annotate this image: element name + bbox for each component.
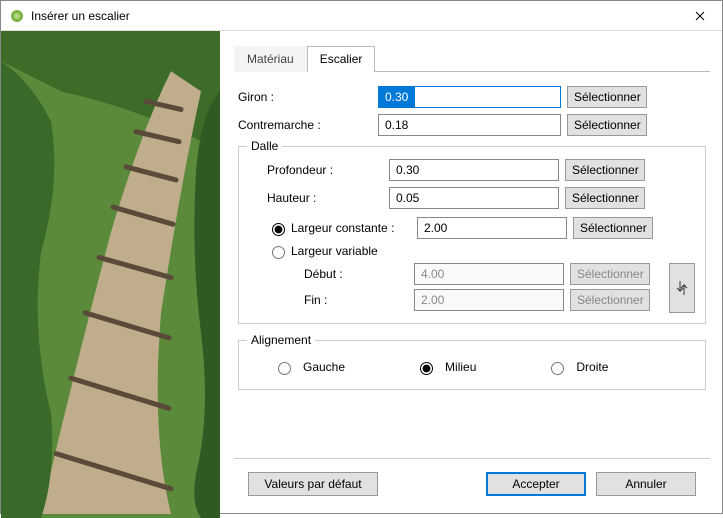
debut-select-button: Sélectionner [570, 263, 650, 285]
align-droite-label: Droite [576, 360, 608, 374]
alignement-fieldset: Alignement Gauche Milieu Droite [238, 340, 706, 390]
giron-select-button[interactable]: Sélectionner [567, 86, 647, 108]
fin-select-button: Sélectionner [570, 289, 650, 311]
dalle-legend: Dalle [247, 139, 282, 153]
dialog-footer: Valeurs par défaut Accepter Annuler [234, 458, 710, 508]
defaults-button[interactable]: Valeurs par défaut [248, 472, 378, 496]
swap-icon [676, 278, 688, 298]
giron-input[interactable] [378, 86, 561, 108]
contremarche-select-button[interactable]: Sélectionner [567, 114, 647, 136]
fin-label: Fin : [249, 293, 414, 307]
width-constant-select-button[interactable]: Sélectionner [573, 217, 653, 239]
width-constant-label: Largeur constante : [291, 221, 417, 235]
giron-label: Giron : [238, 90, 378, 104]
width-constant-radio[interactable] [272, 223, 285, 236]
dalle-fieldset: Dalle Profondeur : Sélectionner Hauteur … [238, 146, 706, 324]
debut-label: Début : [249, 267, 414, 281]
width-variable-radio[interactable] [272, 246, 285, 259]
dialog-window: Insérer un escalier [0, 0, 723, 514]
align-milieu-radio[interactable] [420, 362, 433, 375]
contremarche-input[interactable] [378, 114, 561, 136]
form-panel: Matériau Escalier Giron : Sélectionner C… [220, 31, 722, 518]
align-gauche-radio[interactable] [278, 362, 291, 375]
close-icon [695, 11, 705, 21]
align-gauche-label: Gauche [303, 360, 345, 374]
fin-input [414, 289, 564, 311]
width-constant-input[interactable] [417, 217, 567, 239]
hauteur-select-button[interactable]: Sélectionner [565, 187, 645, 209]
debut-input [414, 263, 564, 285]
hauteur-input[interactable] [389, 187, 559, 209]
close-button[interactable] [677, 1, 722, 31]
dialog-body: Matériau Escalier Giron : Sélectionner C… [1, 31, 722, 518]
hauteur-label: Hauteur : [249, 191, 389, 205]
swap-button[interactable] [669, 263, 695, 313]
profondeur-label: Profondeur : [249, 163, 389, 177]
profondeur-select-button[interactable]: Sélectionner [565, 159, 645, 181]
width-variable-label: Largeur variable [291, 244, 378, 258]
tab-material[interactable]: Matériau [234, 46, 307, 72]
align-gauche-option[interactable]: Gauche [273, 359, 345, 375]
profondeur-input[interactable] [389, 159, 559, 181]
contremarche-label: Contremarche : [238, 118, 378, 132]
tab-stair[interactable]: Escalier [307, 46, 376, 72]
align-milieu-label: Milieu [445, 360, 476, 374]
preview-image [1, 31, 220, 518]
tab-content-stair: Giron : Sélectionner Contremarche : Séle… [234, 72, 710, 458]
window-title: Insérer un escalier [31, 9, 677, 23]
app-icon [9, 8, 25, 24]
alignement-legend: Alignement [247, 333, 315, 347]
align-milieu-option[interactable]: Milieu [415, 359, 476, 375]
align-droite-radio[interactable] [551, 362, 564, 375]
tab-bar: Matériau Escalier [234, 45, 710, 72]
titlebar: Insérer un escalier [1, 1, 722, 31]
cancel-button[interactable]: Annuler [596, 472, 696, 496]
align-droite-option[interactable]: Droite [546, 359, 608, 375]
accept-button[interactable]: Accepter [486, 472, 586, 496]
